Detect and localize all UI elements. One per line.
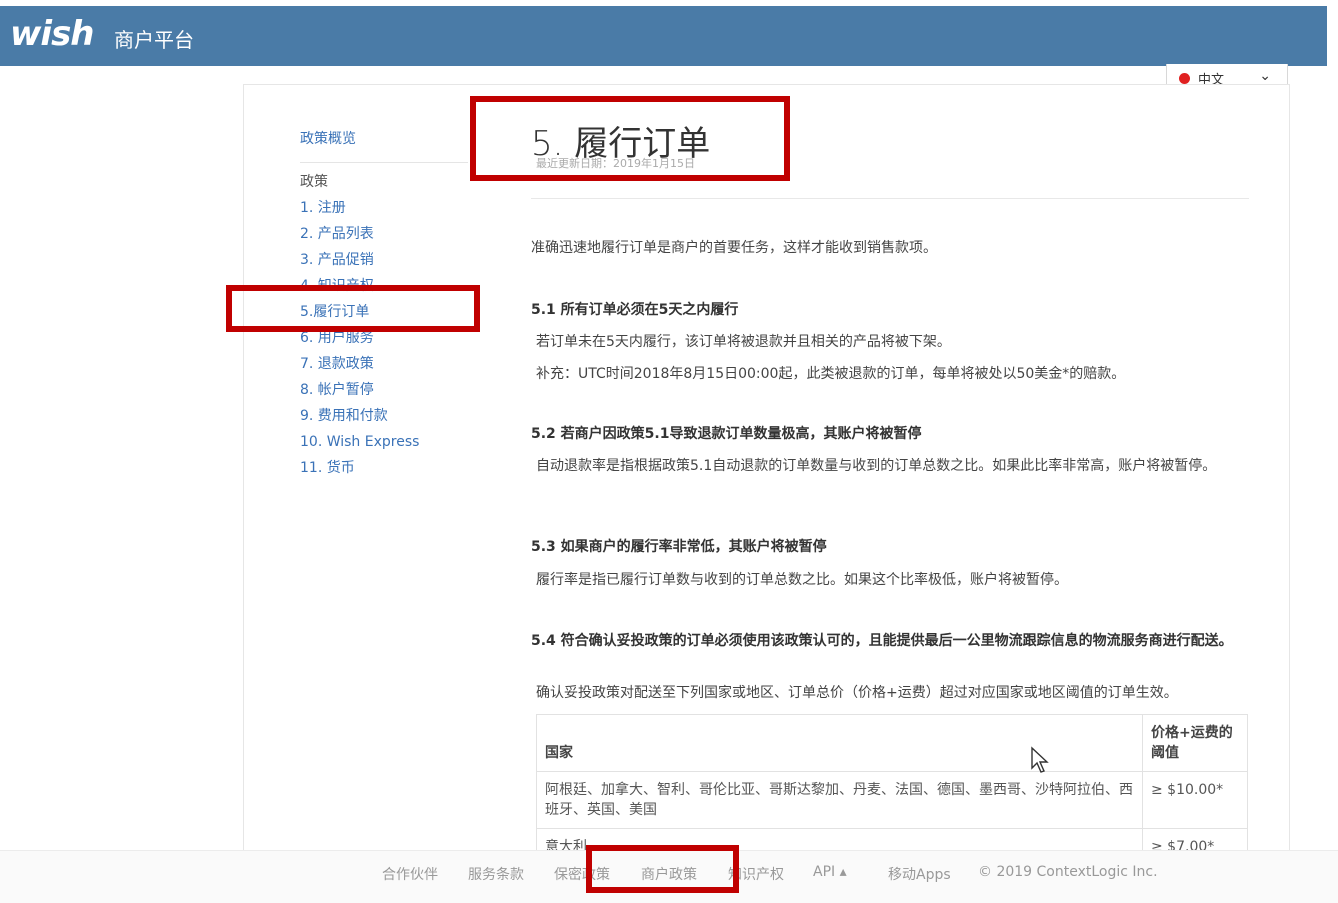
sidebar-heading: 政策 <box>300 174 328 190</box>
wish-logo[interactable]: wish <box>10 14 95 54</box>
section-5-1-title: 5.1 所有订单必须在5天之内履行 <box>531 302 739 318</box>
sidebar-item-refunds[interactable]: 7. 退款政策 <box>300 351 480 377</box>
footer-apps-link[interactable]: 移动Apps <box>888 864 951 884</box>
table-row: 阿根廷、加拿大、智利、哥伦比亚、哥斯达黎加、丹麦、法国、德国、墨西哥、沙特阿拉伯… <box>536 771 1248 829</box>
intro-text: 准确迅速地履行订单是商户的首要任务，这样才能收到销售款项。 <box>531 240 937 256</box>
mouse-cursor-icon <box>1031 746 1049 773</box>
section-5-2-title: 5.2 若商户因政策5.1导致退款订单数量极高，其账户将被暂停 <box>531 426 922 442</box>
section-5-4-para-1: 确认妥投政策对配送至下列国家或地区、订单总价（价格+运费）超过对应国家或地区阈值… <box>536 685 1178 701</box>
footer-terms-link[interactable]: 服务条款 <box>468 864 524 884</box>
sidebar-item-promotion[interactable]: 3. 产品促销 <box>300 247 480 273</box>
sidebar-item-registration[interactable]: 1. 注册 <box>300 195 480 221</box>
section-5-2-para-1: 自动退款率是指根据政策5.1自动退款的订单数量与收到的订单总数之比。如果此比率非… <box>536 458 1217 474</box>
table-cell-threshold: ≥ $10.00* <box>1142 771 1248 829</box>
footer-highlight-box <box>586 845 739 893</box>
footer-partners-link[interactable]: 合作伙伴 <box>382 864 438 884</box>
header-subtitle: 商户平台 <box>114 28 194 52</box>
section-5-4-title: 5.4 符合确认妥投政策的订单必须使用该政策认可的，且能提供最后一公里物流跟踪信… <box>531 633 1233 649</box>
section-5-1-para-1: 若订单未在5天内履行，该订单将被退款并且相关的产品将被下架。 <box>536 334 951 350</box>
china-flag-icon <box>1179 73 1190 84</box>
sidebar-item-suspension[interactable]: 8. 帐户暂停 <box>300 377 480 403</box>
title-highlight-box <box>470 96 790 181</box>
footer-copyright: © 2019 ContextLogic Inc. <box>978 864 1158 880</box>
sidebar-item-wish-express[interactable]: 10. Wish Express <box>300 429 480 455</box>
section-5-3-title: 5.3 如果商户的履行率非常低，其账户将被暂停 <box>531 539 827 555</box>
section-5-3-para-1: 履行率是指已履行订单数与收到的订单总数之比。如果这个比率极低，账户将被暂停。 <box>536 572 1068 588</box>
table-cell-country: 阿根廷、加拿大、智利、哥伦比亚、哥斯达黎加、丹麦、法国、德国、墨西哥、沙特阿拉伯… <box>536 771 1143 829</box>
sidebar-divider <box>300 162 468 163</box>
title-divider <box>531 198 1249 199</box>
sidebar-highlight-box <box>226 285 480 332</box>
footer-api-menu[interactable]: API ▴ <box>813 864 847 880</box>
sidebar-item-listings[interactable]: 2. 产品列表 <box>300 221 480 247</box>
section-5-1-para-2: 补充：UTC时间2018年8月15日00:00起，此类被退款的订单，每单将被处以… <box>536 366 1126 382</box>
column-header-threshold: 价格+运费的阈值 <box>1142 714 1248 772</box>
sidebar-overview-link[interactable]: 政策概览 <box>300 128 480 148</box>
sidebar-item-fees[interactable]: 9. 费用和付款 <box>300 403 480 429</box>
table-header-row: 国家 价格+运费的阈值 <box>536 714 1248 772</box>
chevron-down-icon: ⌄ <box>1259 68 1271 84</box>
sidebar-item-currency[interactable]: 11. 货币 <box>300 455 480 481</box>
threshold-table: 国家 价格+运费的阈值 阿根廷、加拿大、智利、哥伦比亚、哥斯达黎加、丹麦、法国、… <box>536 714 1248 866</box>
top-header-bar: wish 商户平台 <box>0 6 1327 66</box>
